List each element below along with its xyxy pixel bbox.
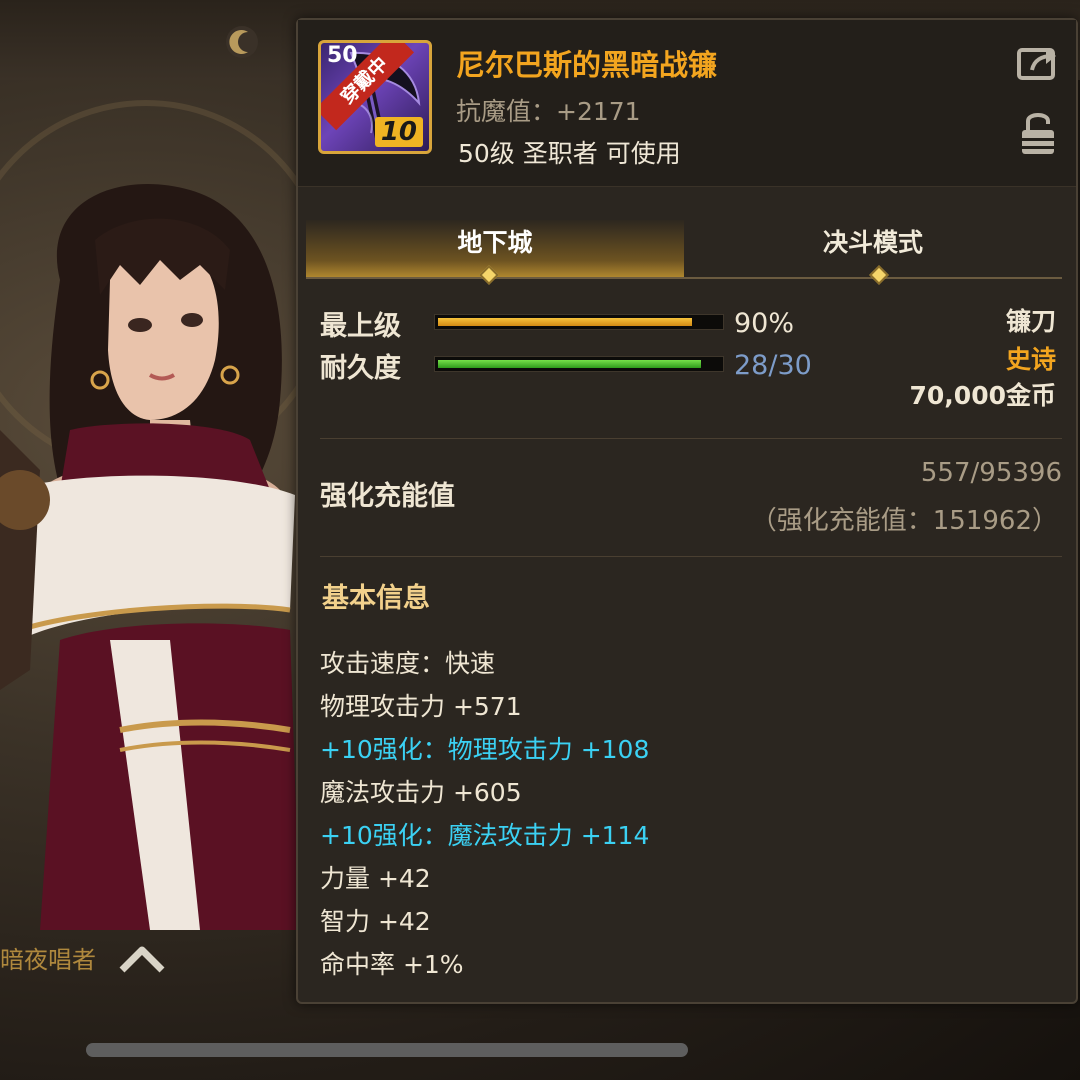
character-name: 暗夜唱者 xyxy=(0,946,96,974)
item-requirement: 50级 圣职者 可使用 xyxy=(458,139,681,168)
item-header: 50 穿戴中 10 尼尔巴斯的黑暗战镰 抗魔值：+2171 50级 圣职者 可使… xyxy=(298,20,1076,187)
attribute-row: 物理攻击力 +571 xyxy=(320,692,522,721)
grade-value: 90% xyxy=(734,308,795,339)
item-type: 镰刀 xyxy=(1005,307,1056,336)
charge-label: 强化充能值 xyxy=(320,481,455,512)
item-level-number: 50 xyxy=(327,43,358,68)
durability-value: 28/30 xyxy=(734,350,812,381)
attribute-row: 智力 +42 xyxy=(320,907,431,936)
chevron-up-icon[interactable] xyxy=(118,940,166,976)
durability-label: 耐久度 xyxy=(320,353,401,384)
attribute-row: 命中率 +1% xyxy=(320,950,464,979)
basic-info-title: 基本信息 xyxy=(322,583,430,614)
attribute-row: 魔法攻击力 +605 xyxy=(320,778,522,807)
tab-divider xyxy=(306,277,1062,279)
lock-icon[interactable] xyxy=(1020,108,1056,156)
item-main-stat: 抗魔值：+2171 xyxy=(456,97,641,126)
horizontal-scrollbar[interactable] xyxy=(86,1043,688,1057)
mode-tabs: 地下城 决斗模式 xyxy=(306,220,1062,280)
enhance-level-badge: 10 xyxy=(374,117,423,147)
divider xyxy=(320,438,1062,439)
durability-bar xyxy=(434,356,724,372)
grade-bar-fill xyxy=(438,318,692,326)
grade-label: 最上级 xyxy=(320,311,401,342)
attribute-list: 攻击速度：快速 物理攻击力 +571 +10强化：物理攻击力 +108 魔法攻击… xyxy=(320,642,649,986)
attribute-row: 攻击速度：快速 xyxy=(320,649,496,678)
durability-bar-fill xyxy=(438,360,701,368)
divider xyxy=(320,556,1062,557)
tab-dungeon[interactable]: 地下城 xyxy=(306,220,684,278)
charge-total: （强化充能值：151962） xyxy=(750,506,1058,536)
share-icon[interactable] xyxy=(1016,42,1060,82)
item-icon[interactable]: 50 穿戴中 10 xyxy=(318,40,432,154)
item-rarity: 史诗 xyxy=(1005,345,1056,374)
attribute-row-enhanced: +10强化：魔法攻击力 +114 xyxy=(320,821,650,850)
moon-icon xyxy=(226,26,258,58)
charge-value: 557/95396 xyxy=(920,458,1062,488)
character-portrait xyxy=(0,184,300,930)
item-price: 70,000金币 xyxy=(909,381,1056,410)
item-detail-panel: 50 穿戴中 10 尼尔巴斯的黑暗战镰 抗魔值：+2171 50级 圣职者 可使… xyxy=(296,18,1078,1004)
item-name: 尼尔巴斯的黑暗战镰 xyxy=(456,48,718,82)
attribute-row: 力量 +42 xyxy=(320,864,431,893)
grade-bar xyxy=(434,314,724,330)
attribute-row-enhanced: +10强化：物理攻击力 +108 xyxy=(320,735,650,764)
